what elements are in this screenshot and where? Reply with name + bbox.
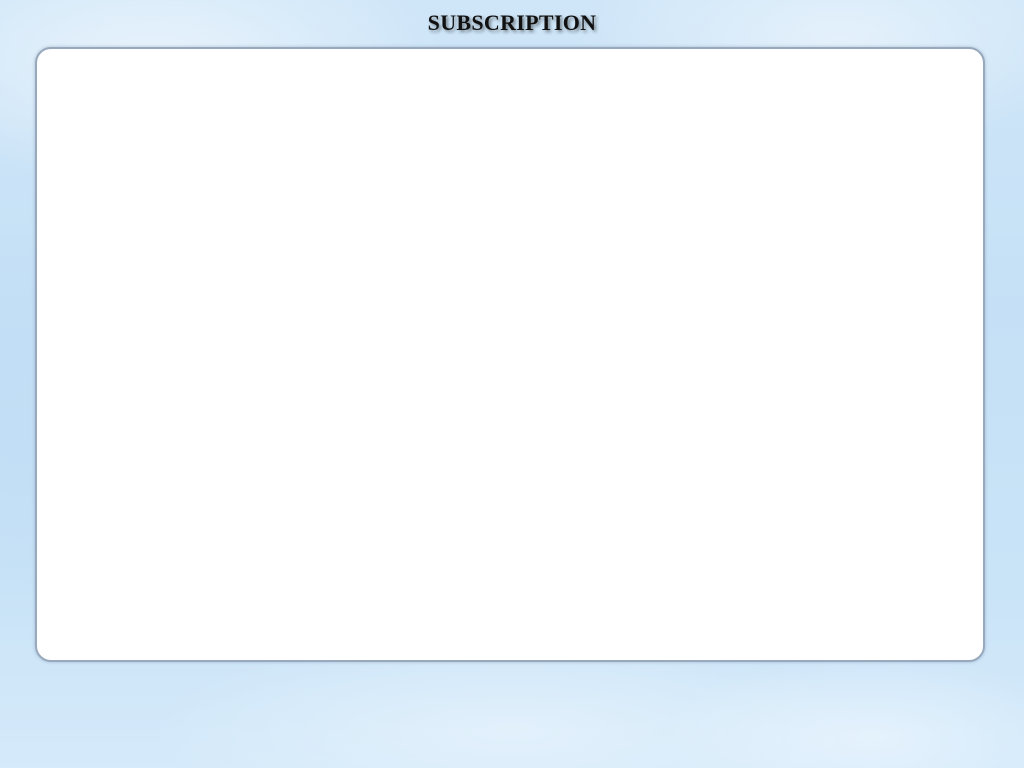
screen-title: SUBSCRIPTION bbox=[427, 10, 597, 35]
subscription-content-panel bbox=[35, 47, 985, 662]
